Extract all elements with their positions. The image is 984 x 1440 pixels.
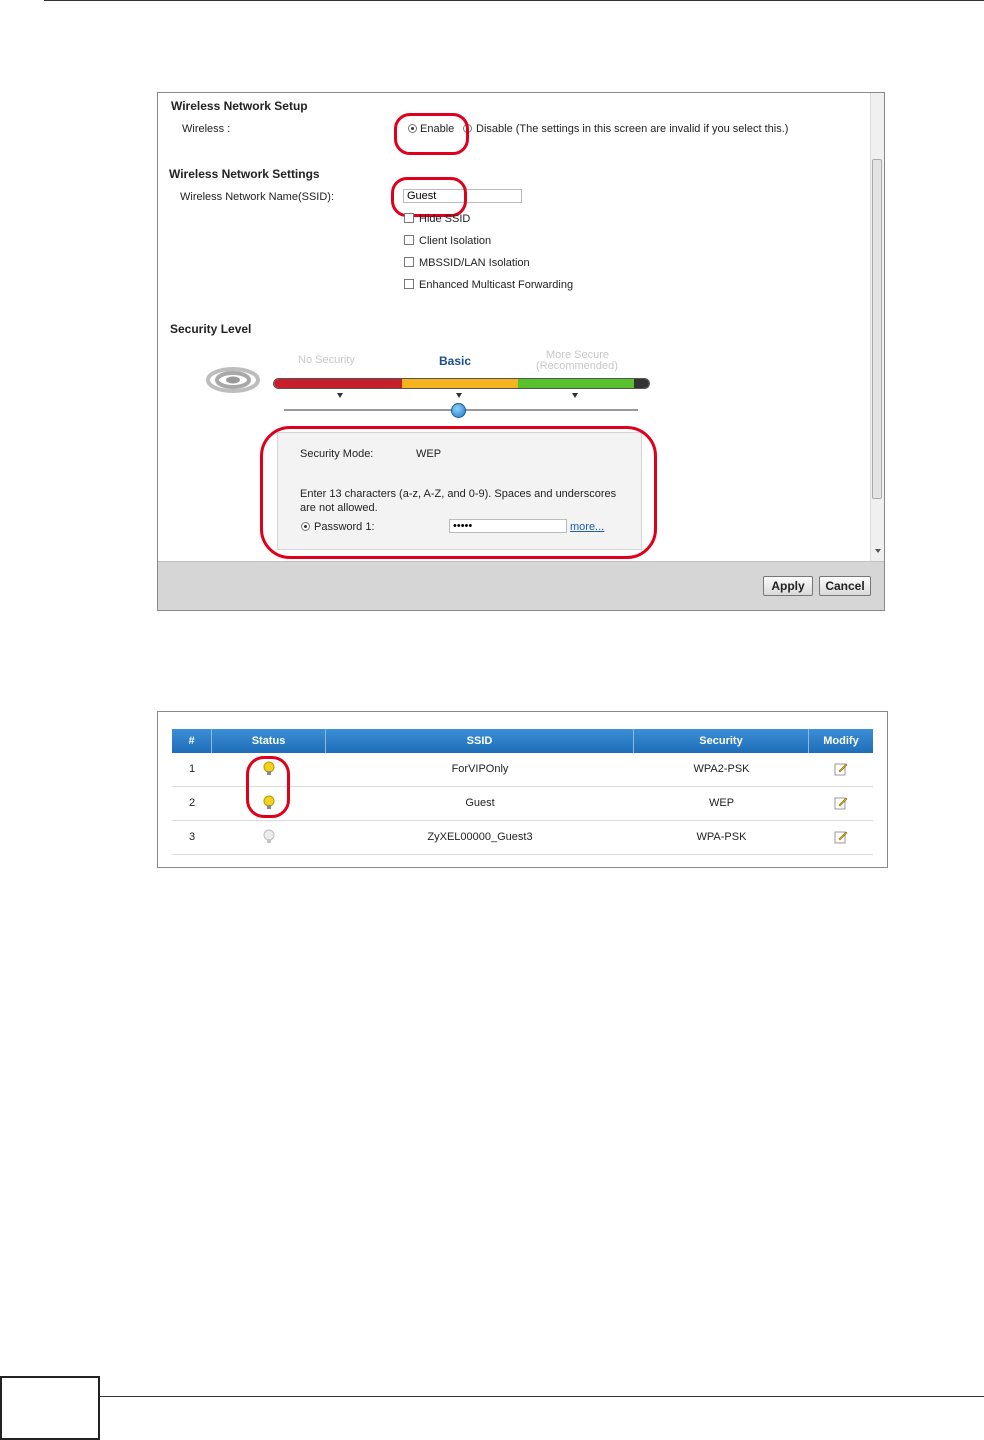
bottom-rule	[44, 1396, 984, 1397]
status-highlight	[246, 756, 290, 818]
level-recommended: (Recommended)	[536, 360, 618, 372]
wireless-settings-title: Wireless Network Settings	[169, 167, 320, 181]
row-ssid: ZyXEL00000_Guest3	[427, 831, 533, 843]
enable-highlight	[394, 113, 469, 155]
vertical-scrollbar[interactable]	[870, 93, 884, 561]
top-rule	[44, 0, 984, 1]
bar-segment-orange	[401, 379, 518, 388]
ssid-list-panel: # Status SSID Security Modify 1 ForVIPOn…	[157, 711, 888, 868]
level-marker-1	[337, 393, 343, 398]
hide-ssid-checkbox[interactable]	[404, 213, 414, 223]
bar-segment-red	[274, 379, 402, 388]
edit-icon[interactable]	[809, 821, 873, 854]
row-security: WEP	[708, 797, 735, 809]
row-security: WPA2-PSK	[693, 763, 750, 775]
multicast-forwarding-checkbox[interactable]	[404, 279, 414, 289]
wifi-icon	[206, 367, 260, 393]
level-marker-2	[456, 393, 462, 398]
col-header-number: #	[172, 729, 212, 753]
mbssid-isolation-checkbox[interactable]	[404, 257, 414, 267]
hide-ssid-label: Hide SSID	[419, 213, 471, 225]
security-level-title: Security Level	[170, 322, 252, 336]
level-marker-3	[572, 393, 578, 398]
client-isolation-checkbox[interactable]	[404, 235, 414, 245]
row-security: WPA-PSK	[696, 831, 747, 843]
page-number-box	[0, 1376, 100, 1440]
scroll-down-arrow-icon[interactable]	[875, 549, 881, 553]
col-header-ssid: SSID	[326, 729, 634, 753]
level-basic: Basic	[439, 354, 472, 368]
col-header-status: Status	[212, 729, 326, 753]
col-header-security: Security	[634, 729, 809, 753]
table-row: 3 ZyXEL00000_Guest3 WPA-PSK	[172, 821, 873, 855]
mbssid-isolation-label: MBSSID/LAN Isolation	[419, 257, 530, 269]
row-number: 3	[188, 831, 196, 843]
apply-button[interactable]: Apply	[763, 576, 813, 596]
bar-segment-end	[634, 379, 649, 388]
lightbulb-off-icon	[212, 821, 326, 854]
button-bar: Apply Cancel	[158, 561, 884, 610]
scrollbar-thumb[interactable]	[872, 159, 882, 499]
security-mode-highlight	[260, 426, 657, 559]
ssid-label: Wireless Network Name(SSID):	[180, 191, 335, 203]
row-number: 1	[188, 763, 196, 775]
col-header-modify: Modify	[809, 729, 873, 753]
wireless-settings-panel: Wireless Network Setup Wireless : Enable…	[157, 92, 885, 611]
edit-icon[interactable]	[809, 753, 873, 786]
row-ssid: Guest	[465, 797, 495, 809]
level-no-security: No Security	[298, 354, 355, 366]
disable-label: Disable (The settings in this screen are…	[476, 123, 789, 135]
wireless-label: Wireless :	[182, 123, 231, 135]
edit-icon[interactable]	[809, 787, 873, 820]
cancel-button[interactable]: Cancel	[819, 576, 871, 596]
security-level-bar	[273, 378, 650, 389]
bar-segment-green	[517, 379, 634, 388]
client-isolation-label: Client Isolation	[419, 235, 492, 247]
security-slider-handle[interactable]	[451, 403, 466, 418]
row-ssid: ForVIPOnly	[451, 763, 509, 775]
wireless-setup-title: Wireless Network Setup	[171, 99, 308, 113]
row-number: 2	[188, 797, 196, 809]
multicast-forwarding-label: Enhanced Multicast Forwarding	[419, 279, 574, 291]
ssid-highlight	[391, 177, 467, 217]
